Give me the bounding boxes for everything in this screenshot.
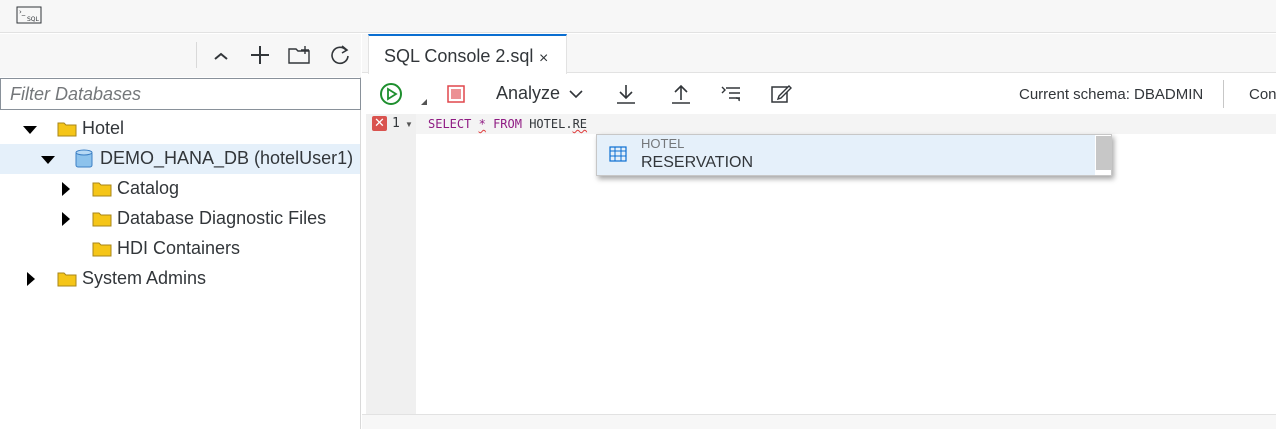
tree-node-catalog[interactable]: Catalog (0, 174, 360, 204)
tab-label: SQL Console 2.sql (384, 46, 534, 66)
database-explorer: Hotel DEMO_HANA_DB (hotelUser1) Catalog … (0, 34, 361, 429)
refresh-icon[interactable] (327, 42, 353, 68)
table-icon (609, 146, 627, 162)
folder-icon (57, 272, 77, 287)
keyword-from: FROM (493, 117, 522, 131)
tree-node-diagnostic-files[interactable]: Database Diagnostic Files (0, 204, 360, 234)
fold-arrow-icon[interactable]: ▼ (405, 120, 413, 129)
tab-sql-console-2[interactable]: SQL Console 2.sql × (368, 34, 567, 74)
sql-console-icon[interactable]: ›_ SQL (16, 6, 42, 24)
code-identifier: HOTEL. (529, 117, 573, 131)
tree-node-label: DEMO_HANA_DB (hotelUser1) (100, 148, 354, 168)
chevron-down-icon[interactable] (568, 86, 584, 102)
top-bar: ›_ SQL (0, 0, 1276, 33)
popup-scrollbar[interactable] (1096, 136, 1111, 170)
editor-toolbar: Analyze Current schema: DBADMIN Con (362, 74, 1276, 114)
keyword-select: SELECT (428, 117, 472, 131)
tree-node-hotel[interactable]: Hotel (0, 114, 360, 144)
run-icon[interactable] (378, 81, 404, 107)
add-icon[interactable] (247, 42, 273, 68)
database-icon (75, 149, 93, 168)
sql-console-area: SQL Console 2.sql × Analyze Current sche… (362, 34, 1276, 429)
stop-icon[interactable] (443, 81, 469, 107)
current-schema-label[interactable]: Current schema: DBADMIN (1019, 86, 1203, 103)
format-code-icon[interactable] (718, 81, 744, 107)
folder-icon (92, 182, 112, 197)
autocomplete-object-name: RESERVATION (641, 154, 754, 171)
filter-databases-input[interactable] (0, 78, 361, 110)
connection-label[interactable]: Con (1249, 86, 1276, 103)
line-number: 1 (392, 116, 400, 131)
upload-icon[interactable] (668, 81, 694, 107)
tree-node-system-admins[interactable]: System Admins (0, 264, 360, 294)
code-asterisk: * (478, 117, 486, 131)
toolbar-separator (196, 42, 197, 68)
tree-node-label: Hotel (82, 118, 125, 138)
tab-bar: SQL Console 2.sql × (362, 34, 1276, 74)
tree-node-demo-hana-db[interactable]: DEMO_HANA_DB (hotelUser1) (0, 144, 360, 174)
svg-text:SQL: SQL (27, 16, 40, 23)
autocomplete-schema: HOTEL (641, 136, 685, 151)
tree-node-label: HDI Containers (117, 238, 241, 258)
folder-icon (57, 122, 77, 137)
folder-icon (92, 212, 112, 227)
code-partial-word: RE (572, 117, 588, 131)
run-dropdown-icon[interactable] (421, 99, 427, 105)
close-icon[interactable]: × (539, 50, 548, 68)
editor-bottom-bar (362, 414, 1276, 429)
collapsed-arrow-icon[interactable] (59, 182, 73, 196)
tree-node-hdi-containers[interactable]: HDI Containers (0, 234, 360, 264)
editor-gutter: ✕ 1 ▼ (366, 114, 416, 416)
folder-icon (92, 242, 112, 257)
collapse-icon[interactable] (208, 43, 234, 69)
autocomplete-popup: HOTEL RESERVATION (596, 134, 1112, 176)
expanded-arrow-icon[interactable] (23, 123, 37, 137)
error-icon[interactable]: ✕ (372, 116, 387, 131)
download-icon[interactable] (613, 81, 639, 107)
explorer-toolbar (0, 34, 361, 77)
collapsed-arrow-icon[interactable] (24, 272, 38, 286)
collapsed-arrow-icon[interactable] (59, 212, 73, 226)
svg-text:›_: ›_ (19, 8, 26, 16)
expanded-arrow-icon[interactable] (41, 153, 55, 167)
toolbar-separator (1223, 80, 1224, 108)
tree-node-label: System Admins (82, 268, 207, 288)
autocomplete-item[interactable]: HOTEL RESERVATION (597, 135, 1095, 175)
add-folder-icon[interactable] (287, 42, 313, 68)
analyze-menu-button[interactable]: Analyze (496, 83, 560, 104)
edit-icon[interactable] (768, 81, 794, 107)
code-line[interactable]: SELECT * FROM HOTEL.RE (428, 117, 587, 131)
tree-node-label: Catalog (117, 178, 180, 198)
tree-node-label: Database Diagnostic Files (117, 208, 327, 228)
